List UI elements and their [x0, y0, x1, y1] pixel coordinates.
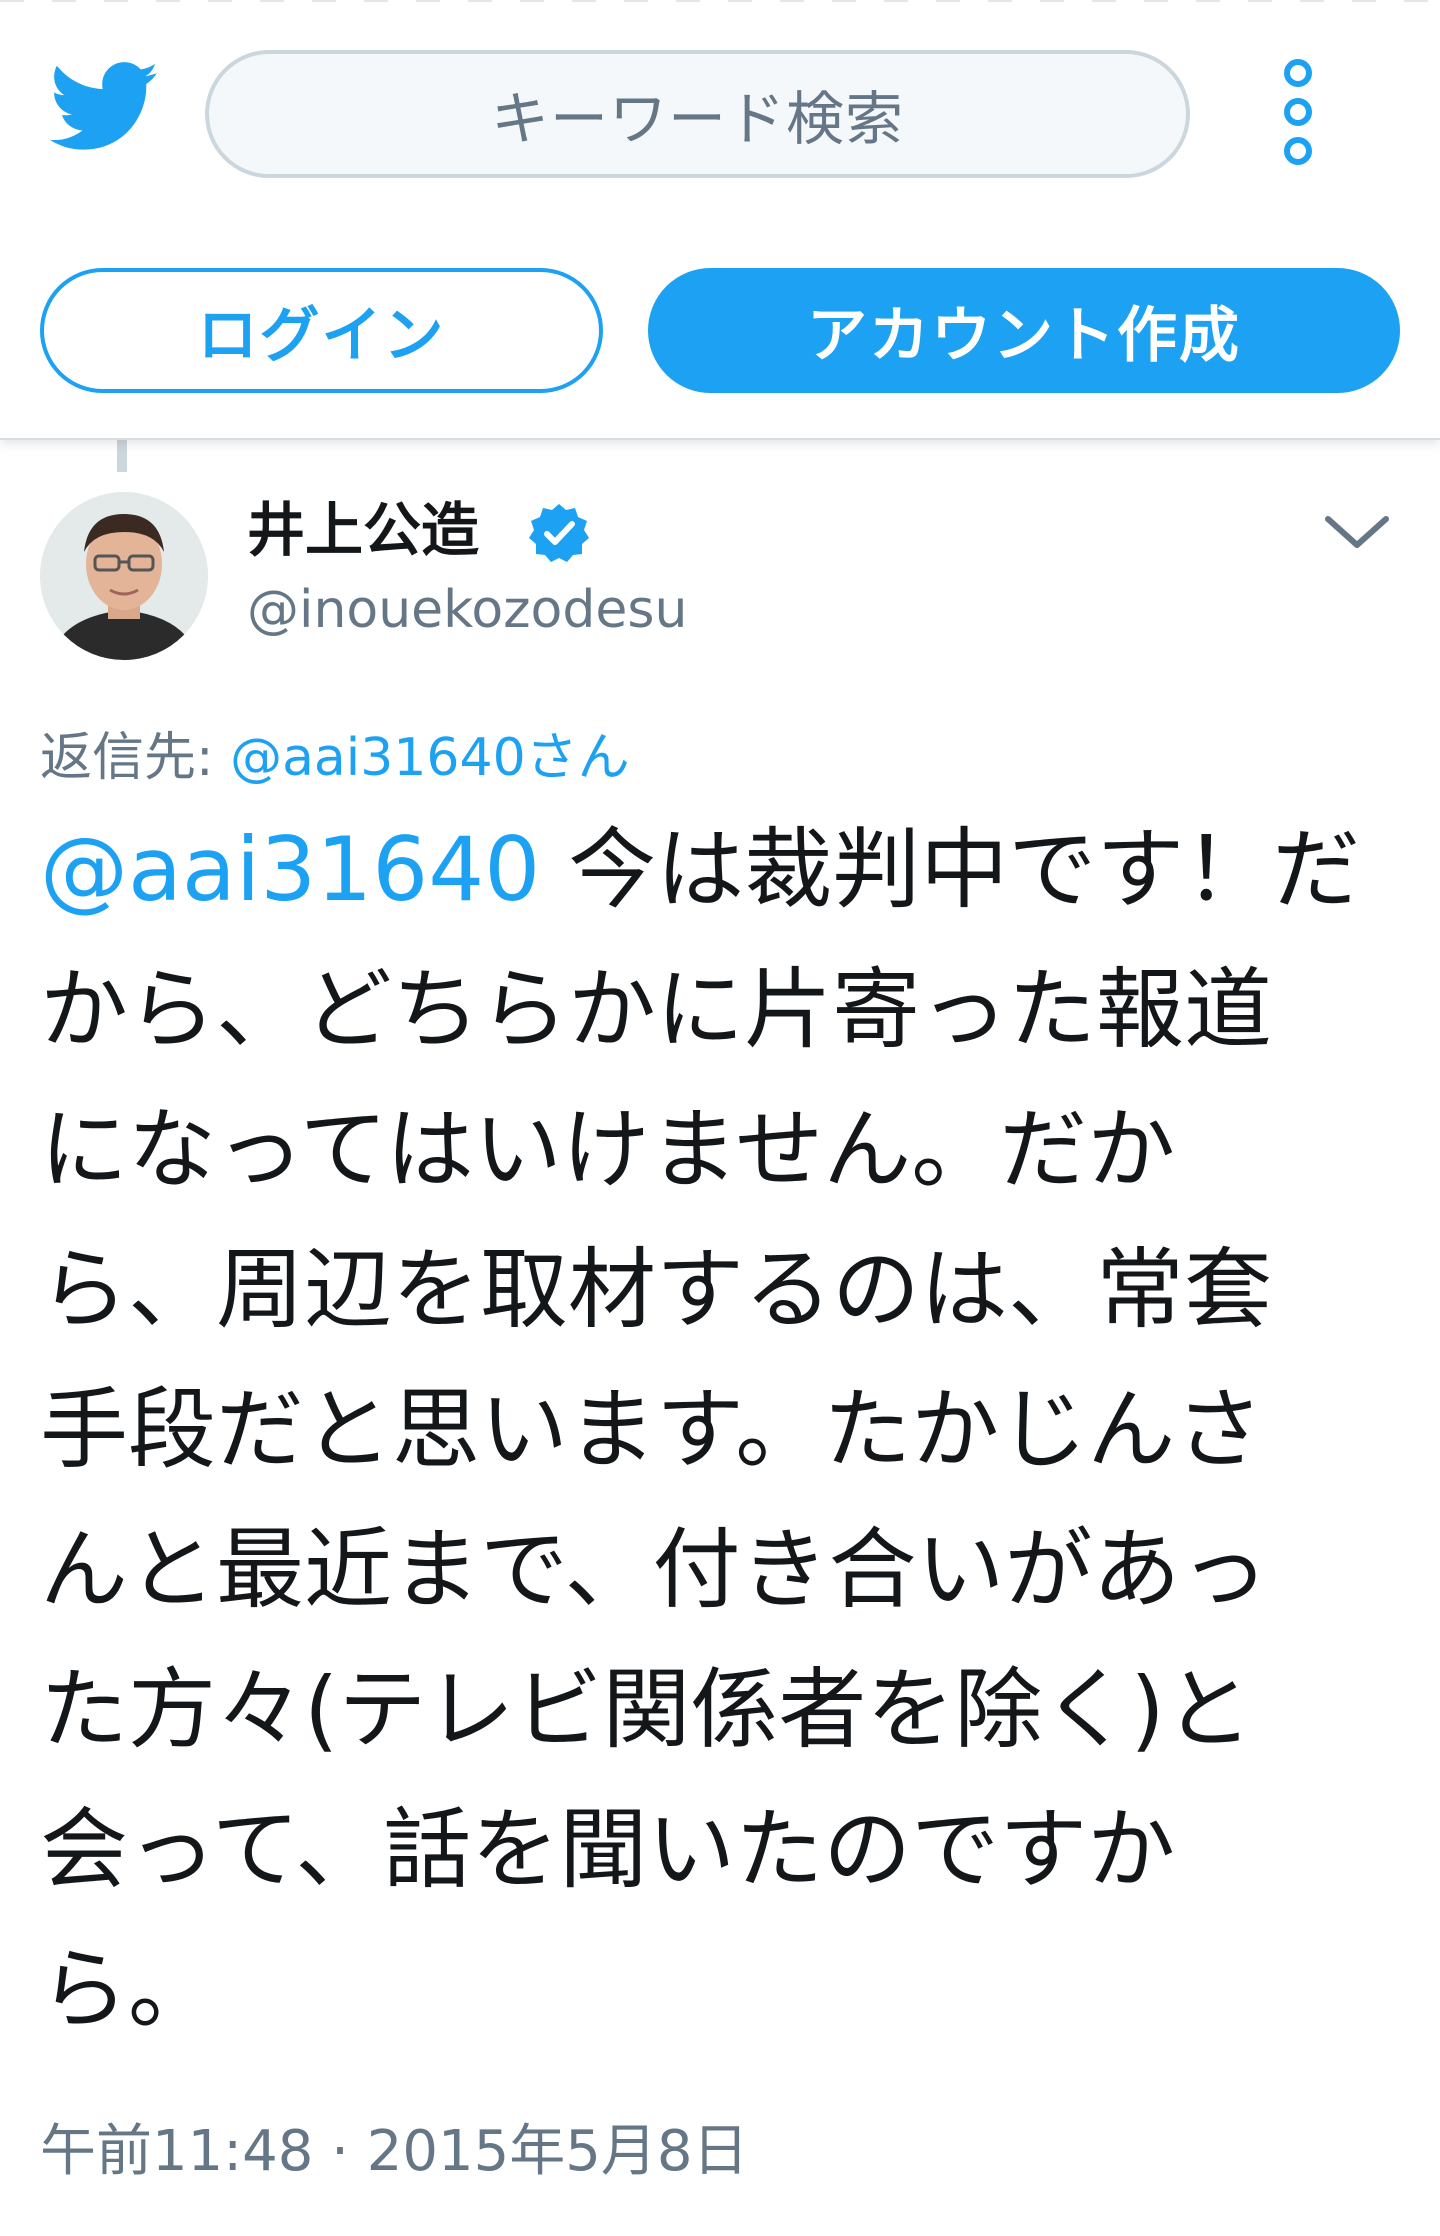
avatar[interactable]: [40, 492, 208, 660]
reply-to-line: 返信先: @aai31640さん: [40, 718, 630, 798]
tweet-line: 手段だと思います。たかじんさ: [40, 1378, 1264, 1481]
tweet-line: から、どちらかに片寄った報道: [40, 958, 1273, 1061]
login-button-label: ログイン: [197, 301, 446, 371]
tweet-line: 会って、話を聞いたのですか: [40, 1798, 1176, 1901]
reply-to-link[interactable]: @aai31640さん: [230, 728, 630, 788]
tweet-line: んと最近まで、付き合いがあっ: [40, 1518, 1269, 1621]
verified-badge-icon: [529, 504, 589, 562]
chevron-down-icon[interactable]: [1320, 505, 1395, 560]
tweet-text: @aai31640 今は裁判中です！だ から、どちらかに片寄った報道 になっては…: [40, 800, 1420, 2060]
signup-button[interactable]: アカウント作成: [648, 268, 1400, 393]
clipped-text-fragment: [0, 0, 1440, 2]
login-button[interactable]: ログイン: [40, 268, 603, 393]
search-input[interactable]: キーワード検索: [205, 50, 1190, 178]
user-handle[interactable]: @inouekozodesu: [247, 575, 687, 645]
thread-connector: [117, 440, 127, 472]
tweet-line: になってはいけません。だか: [40, 1098, 1176, 1201]
top-header: キーワード検索 ログイン アカウント作成: [0, 0, 1440, 440]
signup-button-label: アカウント作成: [807, 301, 1241, 371]
avatar-image: [40, 492, 208, 660]
twitter-bird-icon[interactable]: [50, 60, 160, 155]
tweet-line-text: 今は裁判中です！だ: [540, 818, 1361, 921]
display-name[interactable]: 井上公造: [247, 490, 479, 570]
tweet-line: @aai31640 今は裁判中です！だ: [40, 800, 1420, 940]
more-vertical-icon[interactable]: [1268, 55, 1328, 170]
mention-link[interactable]: @aai31640: [40, 818, 540, 921]
tweet-line: ら、周辺を取材するのは、常套: [40, 1238, 1273, 1341]
page: キーワード検索 ログイン アカウント作成 井上公造 @inouekozodesu…: [0, 0, 1440, 2236]
reply-to-prefix: 返信先:: [40, 728, 231, 788]
tweet-line: た方々(テレビ関係者を除く)と: [40, 1658, 1253, 1761]
tweet-line: ら。: [40, 1938, 217, 2041]
tweet-timestamp[interactable]: 午前11:48 · 2015年5月8日: [40, 2112, 749, 2192]
search-placeholder: キーワード検索: [490, 85, 904, 153]
